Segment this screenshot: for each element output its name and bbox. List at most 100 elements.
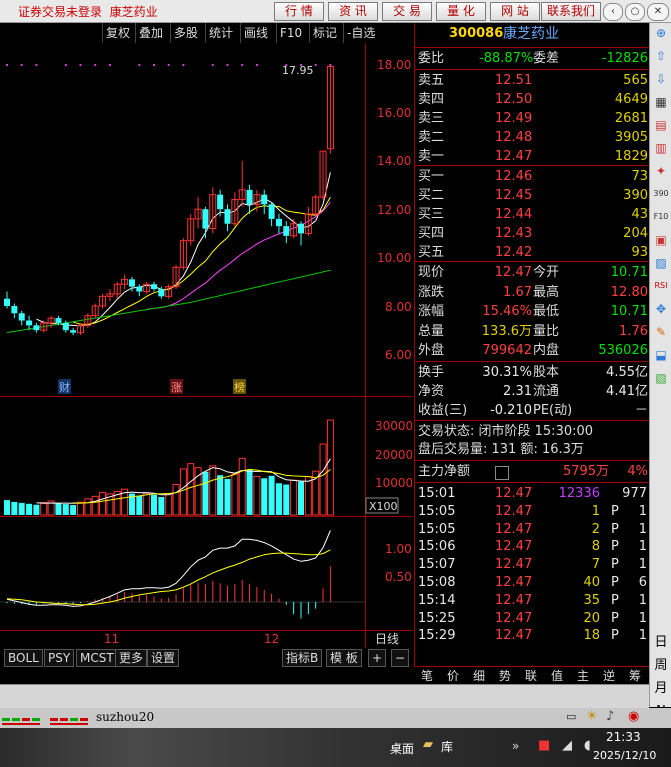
sidebar-tool-icon[interactable]: ⊕ xyxy=(653,25,669,41)
lock-icon[interactable]: ▭ xyxy=(566,710,576,723)
volume-bar-down xyxy=(283,484,290,515)
tray-app-icon[interactable]: ■ xyxy=(538,738,550,753)
sidebar-tool-icon[interactable]: F10 xyxy=(653,209,669,225)
sidebar-tool-icon[interactable]: ▧ xyxy=(653,370,669,386)
nav-lianghua-button[interactable]: 量 化 xyxy=(436,2,486,21)
bell-icon[interactable]: ♪ xyxy=(606,709,614,724)
alert-icon[interactable]: ☀ xyxy=(586,709,598,724)
sidebar-tool-icon[interactable]: ⬓ xyxy=(653,347,669,363)
tab-more[interactable]: 更多 xyxy=(115,649,148,667)
tab-settings[interactable]: 设置 xyxy=(147,649,180,667)
nav-wangzhan-button[interactable]: 网 站 xyxy=(490,2,540,21)
volume-tick: 20000 xyxy=(375,448,412,462)
sidebar-period-button[interactable]: 月 xyxy=(653,681,669,697)
tick-price: 12.47 xyxy=(495,592,533,608)
quote-tab[interactable]: 逆 xyxy=(603,667,615,685)
ask-label: 卖三 xyxy=(418,111,445,126)
tick-flag: P xyxy=(611,503,619,519)
sidebar-tool-icon[interactable]: ✦ xyxy=(653,163,669,179)
tick-row: 15:05 12.47 1 P 1 xyxy=(415,503,650,521)
signal-dot xyxy=(94,64,97,66)
draw-line-button[interactable]: 画线 xyxy=(240,23,271,43)
network-icon[interactable]: ◢ xyxy=(562,738,572,753)
f10-button[interactable]: F10 xyxy=(276,23,305,43)
macd-dif-line xyxy=(6,530,331,607)
stock-header: 300086 康芝药业 xyxy=(415,25,650,45)
quote-tab[interactable]: 势 xyxy=(499,667,511,685)
nav-hangqing-button[interactable]: 行 情 xyxy=(274,2,324,21)
ask-price: 12.51 xyxy=(495,73,533,88)
limit-up-marker-label: 涨 xyxy=(171,381,182,394)
candle-body-down xyxy=(224,209,231,224)
stat-value: 536026 xyxy=(598,343,648,358)
tick-volume: 2 xyxy=(591,521,600,537)
tick-count: 1 xyxy=(638,539,647,555)
clock-date[interactable]: 2025/12/10 xyxy=(593,749,656,762)
clock-time[interactable]: 21:33 xyxy=(606,730,641,744)
folder-icon[interactable]: ▰ xyxy=(423,737,433,752)
sidebar-tool-icon[interactable]: ▣ xyxy=(653,232,669,248)
quote-tab[interactable]: 主 xyxy=(577,667,589,685)
quote-tab[interactable]: 细 xyxy=(473,667,485,685)
back-icon[interactable]: ‹ xyxy=(603,3,623,21)
volume-bar-down xyxy=(158,496,165,515)
sidebar-tool-icon[interactable]: ▦ xyxy=(653,94,669,110)
zoom-in-button[interactable]: + xyxy=(368,649,387,667)
sidebar-tool-icon[interactable]: RSI xyxy=(653,278,669,294)
sidebar-period-button[interactable]: 周 xyxy=(653,658,669,674)
library-label[interactable]: 库 xyxy=(441,738,453,755)
desktop-label[interactable]: 桌面 xyxy=(390,740,414,757)
tick-time: 15:05 xyxy=(418,521,456,537)
indicator-b-button[interactable]: 指标B xyxy=(282,649,323,667)
ask-row: 卖二 12.48 3905 xyxy=(415,129,650,147)
volume-bar-up xyxy=(84,498,92,516)
ask-volume: 4649 xyxy=(614,92,648,107)
quote-tab[interactable]: 价 xyxy=(447,667,459,685)
macd-tick: 1.00 xyxy=(385,542,412,556)
sidebar-tool-icon[interactable]: ⇧ xyxy=(653,48,669,64)
quote-tab[interactable]: 笔 xyxy=(421,667,433,685)
sidebar-tool-icon[interactable]: ▥ xyxy=(653,140,669,156)
tab-mcst[interactable]: MCST xyxy=(76,649,118,667)
tick-flag: P xyxy=(611,539,619,555)
close-icon[interactable]: ✕ xyxy=(647,3,669,21)
template-button[interactable]: 模 板 xyxy=(326,649,362,667)
kline-chart[interactable]: 18.00 16.00 14.00 12.00 10.00 8.00 6.00 … xyxy=(0,43,413,648)
quote-tab[interactable]: 联 xyxy=(525,667,537,685)
quote-tab[interactable]: 筹 xyxy=(629,667,641,685)
user-name: suzhou20 xyxy=(96,710,155,724)
fuquan-button[interactable]: 复权 xyxy=(102,23,133,43)
main-net-icon[interactable] xyxy=(495,466,509,480)
tab-boll[interactable]: BOLL xyxy=(4,649,43,667)
nav-contact-button[interactable]: 联系我们 xyxy=(541,2,601,21)
nav-jiaoyi-button[interactable]: 交 易 xyxy=(382,2,432,21)
period-label[interactable]: 日线 xyxy=(375,632,399,646)
sidebar-period-button[interactable]: 日 xyxy=(653,635,669,651)
add-watchlist-button[interactable]: -自选 xyxy=(343,23,378,43)
sidebar-tool-icon[interactable]: ⇩ xyxy=(653,71,669,87)
market-lights-svg xyxy=(2,718,88,725)
sidebar-tool-icon[interactable]: ✎ xyxy=(653,324,669,340)
tab-psy[interactable]: PSY xyxy=(44,649,75,667)
stat-label: 外盘 xyxy=(418,343,445,358)
mark-button[interactable]: 标记 xyxy=(309,23,340,43)
volume-icon[interactable]: ◖ xyxy=(584,738,591,753)
sidebar-tool-icon[interactable]: ✥ xyxy=(653,301,669,317)
zoom-out-button[interactable]: − xyxy=(391,649,410,667)
nav-zixun-button[interactable]: 资 讯 xyxy=(328,2,378,21)
notice-icon[interactable]: ◉ xyxy=(628,709,639,724)
sidebar-tool-icon[interactable]: ▨ xyxy=(653,255,669,271)
overlay-button[interactable]: 叠加 xyxy=(135,23,166,43)
quote-tab[interactable]: 值 xyxy=(551,667,563,685)
bid-price: 12.45 xyxy=(495,188,533,203)
trade-state: 交易状态: 闭市阶段 15:30:00 xyxy=(418,424,594,439)
sidebar-tool-icon[interactable]: 390 xyxy=(653,186,669,202)
minimize-icon[interactable]: ○ xyxy=(625,3,645,21)
tray-expand-icon[interactable]: » xyxy=(512,739,519,753)
volume-bar-up xyxy=(77,501,84,516)
sidebar-tool-icon[interactable]: ▤ xyxy=(653,117,669,133)
volume-bar-down xyxy=(4,500,10,515)
price-tick: 8.00 xyxy=(385,300,412,314)
multi-stock-button[interactable]: 多股 xyxy=(170,23,201,43)
stats-button[interactable]: 统计 xyxy=(205,23,236,43)
